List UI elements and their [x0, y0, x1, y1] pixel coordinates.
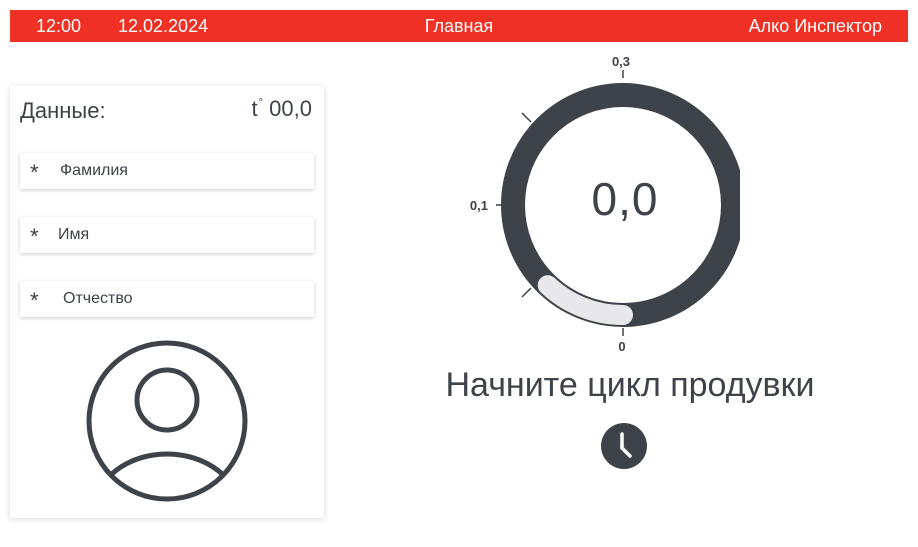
patronymic-field[interactable]: * Отчество	[20, 281, 314, 317]
scale-label-left: 0,1	[470, 198, 488, 213]
temperature-value: 00,0	[269, 96, 312, 121]
data-panel: Данные: t° 00,0 * Фамилия * Имя * Отчест…	[10, 86, 324, 518]
gauge-progress	[537, 275, 633, 325]
scale-label-bottom: 0	[618, 339, 625, 354]
degree-sign: °	[258, 96, 264, 109]
required-mark: *	[30, 224, 39, 249]
last-name-field[interactable]: * Фамилия	[20, 153, 314, 189]
tick-lower-left	[521, 287, 532, 298]
clock-icon	[601, 423, 647, 469]
tick-upper-left	[521, 112, 532, 123]
first-name-field[interactable]: * Имя	[20, 217, 314, 253]
first-name-placeholder: Имя	[58, 226, 90, 243]
required-mark: *	[30, 160, 39, 185]
temperature-readout: t° 00,0	[252, 96, 312, 122]
top-bar: 12:00 12.02.2024 Главная Алко Инспектор	[10, 10, 908, 42]
app-name: Алко Инспектор	[748, 16, 882, 36]
measurement-value: 0,0	[591, 173, 659, 225]
scale-label-top: 0,3	[612, 54, 630, 69]
temperature-symbol: t	[251, 96, 258, 121]
data-heading: Данные:	[20, 98, 106, 123]
user-avatar-icon[interactable]	[84, 338, 250, 504]
last-name-placeholder: Фамилия	[60, 162, 128, 179]
required-mark: *	[30, 288, 39, 313]
patronymic-placeholder: Отчество	[63, 290, 133, 307]
status-prompt: Начните цикл продувки	[445, 366, 815, 404]
